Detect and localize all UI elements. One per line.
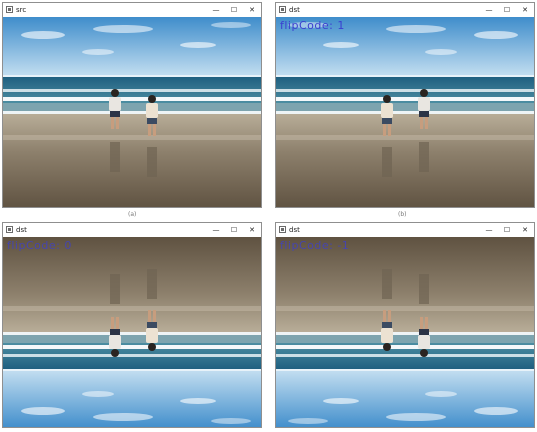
maximize-button[interactable]: ☐ bbox=[498, 3, 516, 17]
app-icon bbox=[279, 226, 286, 233]
image-view: flipCode: 1 bbox=[276, 17, 534, 207]
titlebar[interactable]: dst — ☐ ✕ bbox=[276, 223, 534, 237]
caption-a: (a) bbox=[128, 211, 137, 218]
image-view: flipCode: -1 bbox=[276, 237, 534, 427]
window-dst-flip-0: dst — ☐ ✕ flipCode: 0 bbox=[2, 222, 262, 428]
minimize-button[interactable]: — bbox=[480, 223, 498, 237]
image-view: flipCode: 0 bbox=[3, 237, 261, 427]
beach-image bbox=[3, 17, 261, 207]
flipcode-label: flipCode: 0 bbox=[7, 239, 72, 252]
window-title: dst bbox=[289, 6, 300, 14]
app-icon bbox=[6, 6, 13, 13]
window-dst-flip-minus-1: dst — ☐ ✕ flipCode: -1 bbox=[275, 222, 535, 428]
maximize-button[interactable]: ☐ bbox=[225, 223, 243, 237]
close-button[interactable]: ✕ bbox=[516, 223, 534, 237]
window-src: src — ☐ ✕ bbox=[2, 2, 262, 208]
minimize-button[interactable]: — bbox=[207, 3, 225, 17]
flipcode-label: flipCode: -1 bbox=[280, 239, 350, 252]
titlebar[interactable]: src — ☐ ✕ bbox=[3, 3, 261, 17]
caption-b: (b) bbox=[398, 211, 407, 218]
window-title: dst bbox=[289, 226, 300, 234]
minimize-button[interactable]: — bbox=[480, 3, 498, 17]
beach-image-flipped-vertical bbox=[3, 237, 261, 427]
window-title: dst bbox=[16, 226, 27, 234]
maximize-button[interactable]: ☐ bbox=[225, 3, 243, 17]
window-title: src bbox=[16, 6, 27, 14]
window-dst-flip-1: dst — ☐ ✕ flipCode: 1 bbox=[275, 2, 535, 208]
app-icon bbox=[279, 6, 286, 13]
close-button[interactable]: ✕ bbox=[243, 223, 261, 237]
maximize-button[interactable]: ☐ bbox=[498, 223, 516, 237]
image-view bbox=[3, 17, 261, 207]
titlebar[interactable]: dst — ☐ ✕ bbox=[276, 3, 534, 17]
app-icon bbox=[6, 226, 13, 233]
close-button[interactable]: ✕ bbox=[516, 3, 534, 17]
close-button[interactable]: ✕ bbox=[243, 3, 261, 17]
titlebar[interactable]: dst — ☐ ✕ bbox=[3, 223, 261, 237]
beach-image-flipped-both bbox=[276, 237, 534, 427]
minimize-button[interactable]: — bbox=[207, 223, 225, 237]
flipcode-label: flipCode: 1 bbox=[280, 19, 345, 32]
beach-image-flipped-horizontal bbox=[276, 17, 534, 207]
